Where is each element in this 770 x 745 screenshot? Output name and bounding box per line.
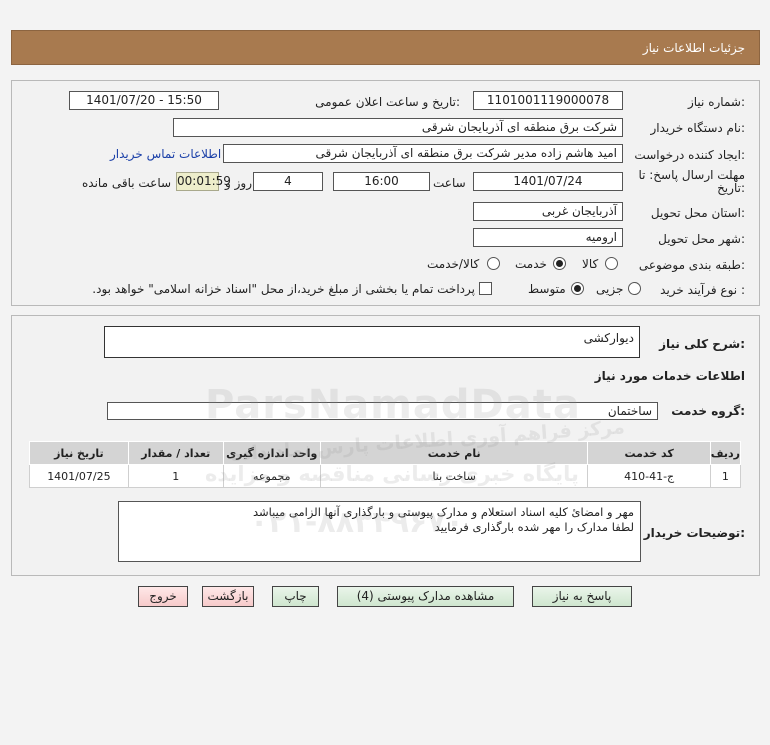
cell-row-number: 1: [709, 464, 742, 488]
col-quantity-header: تعداد / مقدار: [127, 441, 224, 465]
buyer-org-label: نام دستگاه خریدار:: [650, 121, 746, 135]
view-docs-button[interactable]: مشاهده مدارک پیوستی (4): [337, 586, 514, 607]
category-goods-label: کالا: [582, 257, 599, 271]
reply-button[interactable]: پاسخ به نیاز: [532, 586, 632, 607]
col-row-header: ردیف: [709, 441, 742, 465]
process-partial-radio[interactable]: [628, 282, 641, 295]
buyer-notes-line1: مهر و امضائ کلیه اسناد استعلام و مدارک پ…: [252, 505, 634, 519]
announce-datetime-label: تاریخ و ساعت اعلان عمومی:: [315, 95, 460, 109]
cell-service-code: ج-41-410: [587, 464, 711, 488]
need-number-field: 1101001119000078: [473, 91, 623, 110]
city-field: ارومیه: [473, 228, 623, 247]
service-group-field: ساختمان: [107, 402, 658, 420]
deadline-label-line1: مهلت ارسال پاسخ: تا: [638, 168, 745, 182]
category-goods-radio[interactable]: [605, 257, 618, 270]
need-info-panel: [11, 80, 760, 306]
treasury-payment-note: پرداخت تمام یا بخشی از مبلغ خرید،از محل …: [92, 282, 475, 296]
buyer-org-field: شرکت برق منطقه ای آذربایجان شرقی: [173, 118, 623, 137]
deadline-time-label: ساعت: [433, 176, 466, 190]
cell-need-date: 1401/07/25: [29, 464, 129, 488]
general-desc-label: شرح کلی نیاز:: [659, 337, 745, 351]
buyer-notes-line2: لطفا مدارک را مهر شده بارگذاری فرمایید: [434, 520, 634, 534]
province-label: استان محل تحویل:: [650, 206, 745, 220]
services-heading: اطلاعات خدمات مورد نیاز: [594, 369, 745, 383]
remaining-time-timer: 00:01:59: [176, 172, 231, 191]
deadline-time-field: 16:00: [333, 172, 430, 191]
service-group-label: گروه خدمت:: [671, 404, 745, 418]
page-title: جزئیات اطلاعات نیاز: [642, 41, 745, 55]
requester-label: ایجاد کننده درخواست:: [634, 148, 745, 162]
category-service-label: خدمت: [515, 257, 547, 271]
services-table: ردیف کد خدمت نام خدمت واحد اندازه گیری ت…: [29, 441, 742, 488]
requester-field: امید هاشم زاده مدیر شرکت برق منطقه ای آذ…: [223, 144, 623, 163]
table-row: 1 ج-41-410 ساخت بنا مجموعه 1 1401/07/25: [29, 464, 742, 488]
cell-unit: مجموعه: [222, 464, 321, 488]
deadline-date-field: 1401/07/24: [473, 172, 623, 191]
print-button[interactable]: چاپ: [272, 586, 319, 607]
need-number-label: شماره نیاز:: [687, 95, 745, 109]
days-remaining-field: 4: [253, 172, 323, 191]
buyer-notes-field: مهر و امضائ کلیه اسناد استعلام و مدارک پ…: [118, 501, 641, 562]
city-label: شهر محل تحویل:: [658, 232, 745, 246]
announce-datetime-field: 1401/07/20 - 15:50: [69, 91, 219, 110]
process-medium-label: متوسط: [528, 282, 566, 296]
col-service-name-header: نام خدمت: [319, 441, 589, 465]
category-goods-service-radio[interactable]: [487, 257, 500, 270]
buyer-notes-label: توضیحات خریدار:: [643, 526, 745, 540]
back-button[interactable]: بازگشت: [202, 586, 254, 607]
remaining-time-label: ساعت باقی مانده: [82, 176, 172, 190]
treasury-payment-checkbox[interactable]: [479, 282, 492, 295]
col-service-code-header: کد خدمت: [587, 441, 711, 465]
general-desc-field: دیوارکشی: [104, 326, 640, 358]
process-medium-radio[interactable]: [571, 282, 584, 295]
buyer-contact-link[interactable]: اطلاعات تماس خریدار: [110, 147, 221, 161]
cell-quantity: 1: [127, 464, 224, 488]
process-partial-label: جزیی: [596, 282, 624, 296]
col-need-date-header: تاریخ نیاز: [29, 441, 129, 465]
cell-service-name: ساخت بنا: [319, 464, 589, 488]
table-header-row: ردیف کد خدمت نام خدمت واحد اندازه گیری ت…: [29, 441, 742, 465]
exit-button[interactable]: خروج: [138, 586, 188, 607]
process-type-label: نوع فرآیند خرید :: [660, 283, 745, 297]
category-label: طبقه بندی موضوعی:: [638, 258, 745, 272]
category-service-radio[interactable]: [553, 257, 566, 270]
col-unit-header: واحد اندازه گیری: [222, 441, 321, 465]
page-header: جزئیات اطلاعات نیاز: [11, 30, 760, 65]
deadline-label-line2: تاریخ:: [717, 181, 745, 195]
province-field: آذربایجان غربی: [473, 202, 623, 221]
category-goods-service-label: کالا/خدمت: [427, 257, 480, 271]
